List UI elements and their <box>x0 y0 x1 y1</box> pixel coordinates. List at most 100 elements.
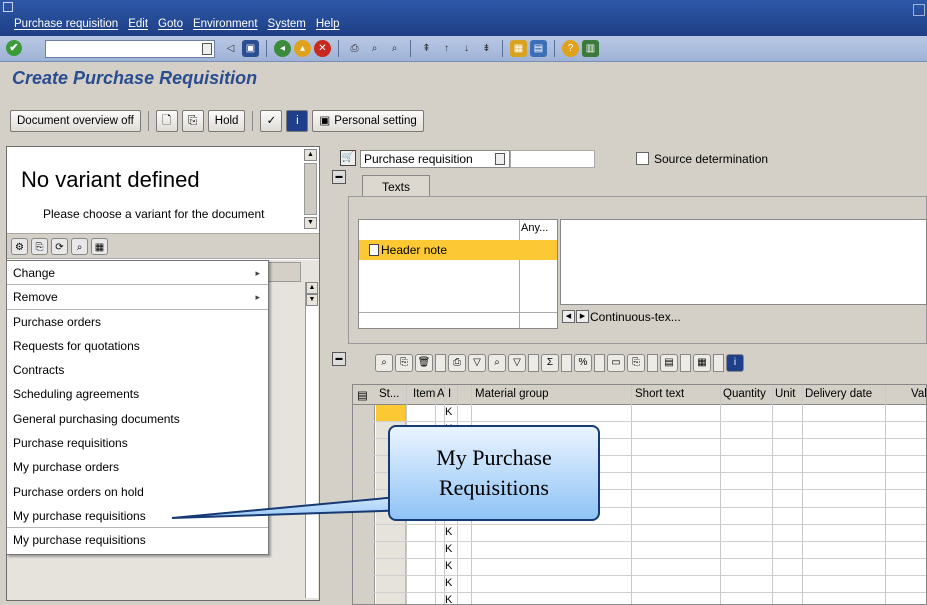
text-format-select[interactable]: Continuous-tex... <box>590 310 681 324</box>
row-selector[interactable] <box>353 524 375 541</box>
source-determination-checkbox[interactable] <box>636 152 649 165</box>
grid-scrollbar[interactable]: ▲ ▼ <box>305 282 318 598</box>
table-row[interactable]: K <box>353 524 926 542</box>
help-icon[interactable]: ? <box>562 40 579 57</box>
menu-item-contracts[interactable]: Contracts <box>7 358 268 382</box>
shopping-cart-icon[interactable]: 🛒 <box>340 150 356 166</box>
menu-help[interactable]: Help <box>316 18 340 30</box>
row-selector[interactable] <box>353 490 375 507</box>
menu-goto[interactable]: Goto <box>158 18 183 30</box>
hold-button[interactable]: Hold <box>207 110 246 132</box>
dropdown-icon[interactable] <box>594 354 605 372</box>
menu-item-general-purchasing-documents[interactable]: General purchasing documents <box>7 407 268 431</box>
scroll-down-arrow-icon[interactable]: ▼ <box>306 294 318 306</box>
command-history-icon[interactable] <box>202 43 212 55</box>
account-assignment-cell[interactable]: K <box>445 560 452 572</box>
table-row[interactable]: K <box>353 541 926 559</box>
print-preview-icon[interactable]: ▭ <box>607 354 625 372</box>
last-page-icon[interactable]: ⇟ <box>478 40 495 57</box>
copy-row-icon[interactable]: ⎘ <box>395 354 413 372</box>
row-selector[interactable] <box>353 541 375 558</box>
new-document-icon[interactable]: 🗋 <box>155 110 178 132</box>
save-icon[interactable]: ▣ <box>242 40 259 57</box>
cancel-icon[interactable]: ✕ <box>314 40 331 57</box>
command-field[interactable] <box>45 40 215 58</box>
menu-item-remove[interactable]: Remove <box>7 285 268 310</box>
menu-environment[interactable]: Environment <box>193 18 258 30</box>
collapse-arrow-icon[interactable]: ◁ <box>222 40 239 57</box>
find-next-icon[interactable]: ⌕ <box>386 40 403 57</box>
menu-item-my-purchase-requisitions[interactable]: My purchase requisitions <box>7 504 268 529</box>
menu-edit[interactable]: Edit <box>128 18 148 30</box>
menu-item-scheduling-agreements[interactable]: Scheduling agreements <box>7 382 268 406</box>
set-filter-icon[interactable]: ▽ <box>508 354 526 372</box>
find-icon[interactable]: ⌕ <box>366 40 383 57</box>
document-overview-button[interactable]: Document overview off <box>10 110 141 132</box>
row-selector[interactable] <box>353 575 375 593</box>
binoculars-icon[interactable]: ⌕ <box>71 237 88 255</box>
account-assignment-cell[interactable]: K <box>445 543 452 555</box>
status-cell[interactable] <box>376 405 406 422</box>
table-row[interactable]: K <box>353 405 926 423</box>
table-row[interactable]: K <box>353 593 926 604</box>
create-session-icon[interactable]: ▦ <box>510 40 527 57</box>
back-icon[interactable]: ◂ <box>274 40 291 57</box>
status-cell[interactable] <box>376 524 406 541</box>
copy-icon[interactable]: ⎘ <box>31 237 48 255</box>
column-status[interactable]: St... <box>379 388 399 400</box>
column-short-text[interactable]: Short text <box>635 388 684 400</box>
status-cell[interactable] <box>376 575 406 593</box>
scroll-down-arrow-icon[interactable]: ▼ <box>304 217 317 229</box>
collapse-items-icon[interactable]: ▬ <box>332 352 346 366</box>
export-icon[interactable]: ⎘ <box>627 354 645 372</box>
dropdown-icon[interactable] <box>561 354 572 372</box>
menu-system[interactable]: System <box>268 18 306 30</box>
collapse-header-icon[interactable]: ▬ <box>332 170 346 184</box>
dropdown-icon[interactable] <box>435 354 446 372</box>
info-icon[interactable]: i <box>726 354 744 372</box>
dropdown-icon[interactable] <box>680 354 691 372</box>
previous-page-icon[interactable]: ↑ <box>438 40 455 57</box>
row-selector[interactable] <box>353 456 375 473</box>
table-row[interactable]: K <box>353 558 926 576</box>
layout-icon[interactable]: ▦ <box>693 354 711 372</box>
account-assignment-cell[interactable]: K <box>445 594 452 604</box>
filter-icon[interactable]: ▽ <box>468 354 486 372</box>
dropdown-icon[interactable] <box>713 354 724 372</box>
document-number-field[interactable] <box>510 150 595 168</box>
dropdown-icon[interactable] <box>528 354 539 372</box>
row-selector[interactable] <box>353 507 375 524</box>
first-page-icon[interactable]: ⇞ <box>418 40 435 57</box>
next-page-icon[interactable]: ↓ <box>458 40 475 57</box>
document-type-select[interactable]: Purchase requisition <box>360 150 510 168</box>
check-icon[interactable]: ✓ <box>260 110 283 132</box>
column-value[interactable]: Val <box>911 388 926 400</box>
row-selector[interactable] <box>353 558 375 575</box>
delete-row-icon[interactable]: 🗑 <box>415 354 433 372</box>
personal-setting-button[interactable]: ▣ Personal setting <box>312 110 424 132</box>
select-all-icon[interactable]: ▤ <box>357 388 368 402</box>
refresh-icon[interactable]: ⟳ <box>51 237 68 255</box>
column-material-group[interactable]: Material group <box>475 388 549 400</box>
menu-purchase-requisition[interactable]: Purchase requisition <box>14 18 118 30</box>
text-editor[interactable] <box>560 219 927 305</box>
selection-variant-icon[interactable]: ⚙ <box>11 237 28 255</box>
info-icon[interactable]: i <box>286 110 309 132</box>
other-document-icon[interactable]: ⎘ <box>181 110 204 132</box>
row-selector[interactable] <box>353 405 375 422</box>
menu-item-purchase-orders-on-hold[interactable]: Purchase orders on hold <box>7 480 268 504</box>
scroll-left-icon[interactable]: ◀ <box>562 310 575 323</box>
shortcut-icon[interactable]: ▤ <box>530 40 547 57</box>
status-cell[interactable] <box>376 541 406 558</box>
table-row[interactable]: K <box>353 575 926 594</box>
status-cell[interactable] <box>376 593 406 604</box>
menu-item-purchase-orders[interactable]: Purchase orders <box>7 310 268 334</box>
column-quantity[interactable]: Quantity <box>723 388 766 400</box>
column-i[interactable]: I <box>448 388 451 400</box>
menu-item-my-purchase-orders[interactable]: My purchase orders <box>7 455 268 479</box>
subtotal-icon[interactable]: % <box>574 354 592 372</box>
find-icon[interactable]: ⌕ <box>488 354 506 372</box>
row-selector[interactable] <box>353 593 375 604</box>
scroll-up-arrow-icon[interactable]: ▲ <box>304 149 317 161</box>
status-cell[interactable] <box>376 558 406 575</box>
